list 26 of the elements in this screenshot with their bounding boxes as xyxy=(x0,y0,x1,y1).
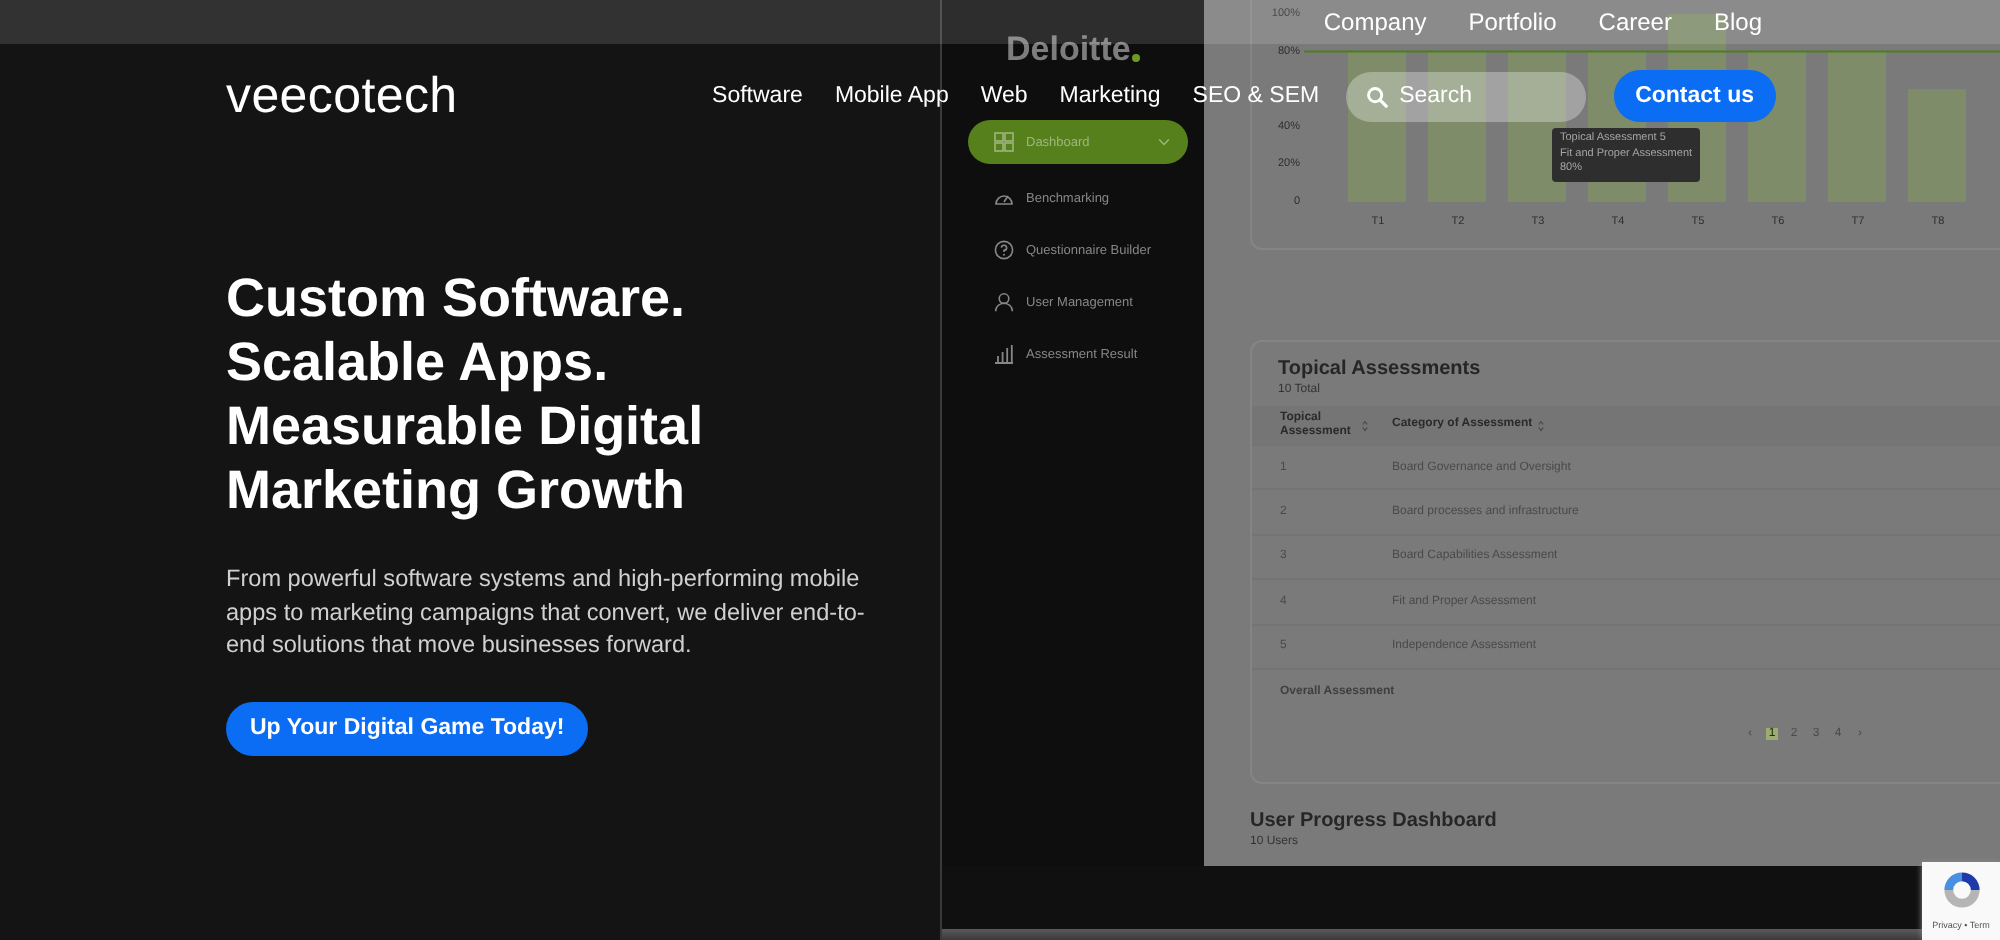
nav-link[interactable]: Mobile App xyxy=(834,84,949,108)
card-title: Topical Assessments xyxy=(1276,358,1483,380)
top-nav-link[interactable]: Career xyxy=(1598,8,1672,36)
help-icon xyxy=(994,240,1014,260)
user-icon xyxy=(994,292,1014,312)
nav-link[interactable]: Software xyxy=(712,84,803,108)
nav-link[interactable]: Marketing xyxy=(1059,84,1161,108)
chevron-down-icon xyxy=(1158,138,1170,146)
nav-link[interactable]: Web xyxy=(980,84,1028,108)
top-nav-link[interactable]: Company xyxy=(1323,8,1427,36)
hero-heading: Custom Software. Scalable Apps. Measurable Digital Marketing Growth xyxy=(226,266,706,522)
hero-description: From powerful software systems and high-performing mobile apps to marketing campaigns that convert, we deliver end-to-end solutions that move businesses forward. xyxy=(226,562,866,661)
grid-icon xyxy=(994,132,1014,152)
contact-button[interactable]: Contact us xyxy=(1613,70,1776,122)
recaptcha-icon xyxy=(1939,868,1983,912)
site-logo[interactable]: veecotech xyxy=(226,67,458,125)
cta-button[interactable]: Up Your Digital Game Today! xyxy=(226,701,589,755)
section-title: User Progress Dashboard xyxy=(1250,810,1499,832)
dashboard-logo: Deloitte xyxy=(1006,32,1131,68)
search-icon xyxy=(1365,85,1388,107)
top-nav-link[interactable]: Blog xyxy=(1713,8,1762,36)
sort-icon[interactable] xyxy=(1538,419,1545,431)
top-nav-link[interactable]: Portfolio xyxy=(1468,8,1557,36)
logo-dot-icon xyxy=(1132,54,1141,62)
sort-icon[interactable] xyxy=(1362,419,1368,431)
bar-chart-icon xyxy=(994,344,1014,364)
